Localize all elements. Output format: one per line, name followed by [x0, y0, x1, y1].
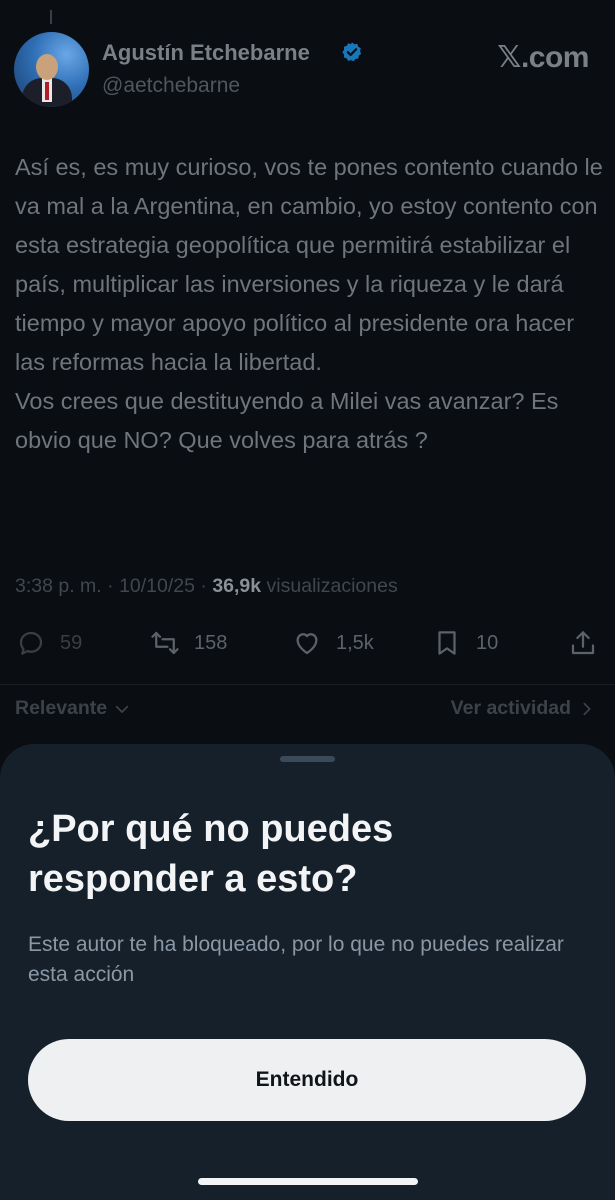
share-icon [571, 631, 595, 655]
reply-icon [19, 631, 43, 655]
author-handle[interactable]: @aetchebarne [102, 74, 240, 98]
heart-icon [296, 633, 318, 655]
bookmark-icon [438, 631, 456, 655]
chevron-right-icon [583, 702, 591, 715]
avatar-head-shape [36, 54, 58, 80]
like-button[interactable]: 1,5k [292, 628, 374, 658]
sheet-grabber-handle[interactable] [280, 756, 335, 762]
view-activity-link[interactable]: Ver actividad [451, 697, 595, 720]
thread-line [50, 10, 52, 24]
tweet-date: 10/10/25 [119, 575, 195, 597]
action-bar: 59 158 1,5k 10 [0, 622, 615, 668]
share-button[interactable] [568, 628, 598, 658]
tweet-screen: Agustín Etchebarne @aetchebarne 𝕏.com As… [0, 0, 615, 1200]
home-indicator [198, 1178, 418, 1185]
tweet-time: 3:38 p. m. [15, 575, 102, 597]
divider [0, 684, 615, 685]
repost-count: 158 [194, 631, 228, 654]
repost-icon [151, 631, 179, 655]
meta-separator: · [107, 575, 114, 597]
activity-label: Ver actividad [450, 697, 571, 719]
sheet-description: Este autor te ha bloqueado, por lo que n… [28, 933, 564, 986]
tweet-text: Así es, es muy curioso, vos te pones con… [15, 154, 603, 453]
repost-button[interactable]: 158 [150, 628, 227, 658]
bookmark-button[interactable]: 10 [432, 628, 498, 658]
sheet-title: ¿Por qué no puedes responder a esto? [28, 808, 394, 900]
bottom-sheet: ¿Por qué no puedes responder a esto? Est… [0, 744, 615, 1200]
chevron-down-icon [115, 705, 129, 713]
meta-separator: · [200, 575, 207, 597]
understood-button[interactable]: Entendido [28, 1039, 586, 1121]
avatar-tie-shape [45, 82, 49, 100]
reply-button[interactable]: 59 [16, 628, 82, 658]
sort-label: Relevante [15, 697, 108, 719]
bookmark-count: 10 [476, 631, 499, 654]
verified-badge-icon [342, 42, 362, 62]
x-logo: 𝕏.com [497, 41, 589, 74]
avatar[interactable] [14, 32, 89, 107]
reply-count: 59 [60, 631, 83, 654]
tweet-meta: 3:38 p. m. · 10/10/25 · 36,9k visualizac… [15, 575, 398, 598]
views-label: visualizaciones [266, 575, 398, 597]
author-name[interactable]: Agustín Etchebarne [102, 40, 310, 66]
sort-dropdown[interactable]: Relevante [15, 697, 131, 720]
views-count: 36,9k [212, 575, 262, 597]
like-count: 1,5k [336, 631, 374, 654]
